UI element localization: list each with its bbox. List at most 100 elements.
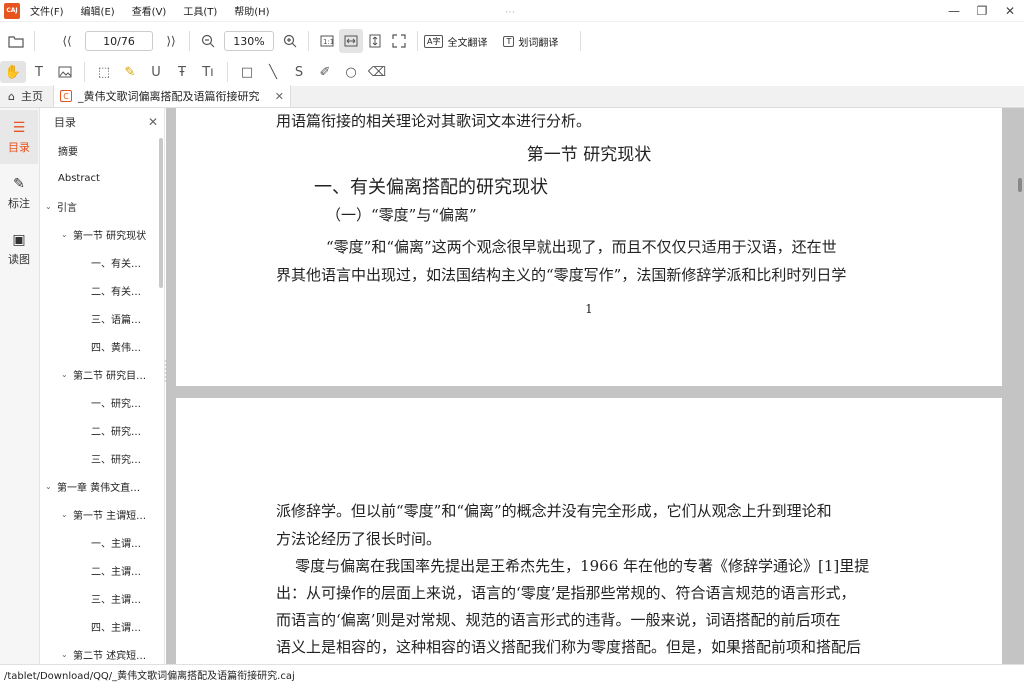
chevron-down-icon[interactable]: ⌄ — [45, 202, 57, 211]
fullscreen-icon[interactable] — [387, 29, 411, 53]
toc-item[interactable]: ⌄ 引言 — [41, 192, 164, 220]
toc-title: 目录 — [54, 116, 76, 129]
toc-item[interactable]: 一、研究… — [41, 388, 164, 416]
tab-home[interactable]: ⌂ 主页 — [0, 85, 53, 107]
page-text-line: 零度与偏离在我国率先提出是王希杰先生，1966 年在他的专著《修辞学通论》[1]… — [276, 557, 870, 575]
curve-icon[interactable]: S — [286, 61, 312, 83]
open-folder-icon[interactable] — [4, 29, 28, 53]
eraser-icon[interactable]: ⌫ — [364, 61, 390, 83]
toc-item-label: 一、有关… — [91, 258, 141, 270]
highlight-icon[interactable]: ✎ — [117, 61, 143, 83]
chevron-down-icon[interactable]: ⌄ — [61, 230, 73, 239]
tab-document[interactable]: C _黄伟文歌词偏离搭配及语篇衔接研究 ✕ — [52, 85, 291, 107]
toc-item[interactable]: ⌄ 第一节 研究现状 — [41, 220, 164, 248]
zoom-out-icon[interactable] — [196, 29, 220, 53]
toc-item[interactable]: ⌄ 第二节 研究目… — [41, 360, 164, 388]
toc-item[interactable]: 二、有关… — [41, 276, 164, 304]
rail-image-button[interactable]: ▣ 读图 — [0, 222, 38, 276]
ellipse-icon[interactable]: ○ — [338, 61, 364, 83]
toc-item[interactable]: 四、主谓… — [41, 612, 164, 640]
zoom-level-input[interactable]: 130% — [224, 31, 274, 51]
toc-item-label: 三、研究… — [91, 454, 141, 466]
toc-item-label: 三、语篇… — [91, 314, 141, 326]
chevron-down-icon[interactable]: ⌄ — [45, 482, 57, 491]
toc-item[interactable]: 二、研究… — [41, 416, 164, 444]
caj-file-icon: C — [59, 90, 72, 102]
rail-annotation-button[interactable]: ✎ 标注 — [0, 166, 38, 220]
strikethrough-icon[interactable]: Ŧ — [169, 61, 195, 83]
toc-item-label: 摘要 — [58, 146, 78, 158]
status-bar: /tablet/Download/QQ/_黄伟文歌词偏离搭配及语篇衔接研究.ca… — [0, 664, 1024, 684]
actual-size-icon[interactable]: 1:1 — [315, 29, 339, 53]
toc-item-label: 一、主谓… — [91, 538, 141, 550]
text-select-icon[interactable]: T — [26, 61, 52, 83]
toolbar-divider — [417, 31, 418, 51]
menu-file[interactable]: 文件(F) — [30, 3, 64, 18]
chevron-down-icon[interactable]: ⌄ — [61, 370, 73, 379]
side-rail: ☰ 目录 ✎ 标注 ▣ 读图 — [0, 108, 40, 664]
app-logo: CAJ — [4, 2, 20, 19]
underline-icon[interactable]: U — [143, 61, 169, 83]
section-heading: 第一节 研究现状 — [526, 145, 652, 165]
minimize-button[interactable]: — — [940, 0, 968, 22]
toc-item[interactable]: 四、黄伟… — [41, 332, 164, 360]
first-page-icon[interactable]: ⟨⟨ — [55, 29, 79, 53]
close-window-button[interactable]: ✕ — [996, 0, 1024, 22]
document-scrollbar[interactable] — [1018, 178, 1022, 192]
toc-item[interactable]: 一、有关… — [41, 248, 164, 276]
toc-item[interactable]: ⌄ 第一章 黄伟文直… — [41, 472, 164, 500]
area-select-icon[interactable]: ⬚ — [91, 61, 117, 83]
rectangle-icon[interactable]: □ — [234, 61, 260, 83]
full-translate-button[interactable]: A字 全文翻译 — [424, 34, 487, 49]
toc-item[interactable]: 一、主谓… — [41, 528, 164, 556]
tab-home-label: 主页 — [20, 90, 43, 103]
tab-document-label: _黄伟文歌词偏离搭配及语篇衔接研究 — [77, 90, 260, 103]
full-translate-label: 全文翻译 — [447, 37, 488, 49]
close-tab-icon[interactable]: ✕ — [275, 90, 284, 103]
rail-toc-button[interactable]: ☰ 目录 — [0, 110, 38, 164]
page-text-line: 方法论经历了很长时间。 — [276, 530, 442, 548]
toc-item[interactable]: 三、研究… — [41, 444, 164, 472]
menu-edit[interactable]: 编辑(E) — [81, 3, 115, 18]
menu-help[interactable]: 帮助(H) — [234, 3, 269, 18]
toc-item[interactable]: 三、主谓… — [41, 584, 164, 612]
pencil-icon[interactable]: ✐ — [312, 61, 338, 83]
toc-item-label: 第一章 黄伟文直… — [57, 482, 141, 494]
toc-item-label: 第二节 研究目… — [73, 370, 147, 382]
toc-item[interactable]: ⌄ 第一节 主谓短… — [41, 500, 164, 528]
page-number-input[interactable]: 10/76 — [85, 31, 153, 51]
document-page: 用语篇衔接的相关理论对其歌词文本进行分析。 第一节 研究现状 一、有关偏离搭配的… — [176, 108, 1002, 386]
toc-item[interactable]: 摘要 — [41, 136, 164, 164]
toc-item[interactable]: ⌄ 第二节 述宾短… — [41, 640, 164, 664]
text-box-icon[interactable]: Tı — [195, 61, 221, 83]
drag-handle[interactable]: ⋯ — [505, 7, 516, 18]
zoom-in-icon[interactable] — [278, 29, 302, 53]
chevron-down-icon[interactable]: ⌄ — [61, 650, 73, 659]
toc-item[interactable]: 二、主谓… — [41, 556, 164, 584]
toolbar-divider — [227, 62, 228, 82]
rail-toc-label: 目录 — [8, 140, 30, 154]
translate-icon: A字 — [424, 34, 444, 48]
main-toolbar: ⟨⟨ 10/76 ⟩⟩ 130% 1:1 A字 全文翻译 T 划词翻译 — [0, 26, 1024, 56]
hand-tool-icon[interactable]: ✋ — [0, 61, 26, 83]
toc-item[interactable]: Abstract — [41, 164, 164, 192]
chevron-down-icon[interactable]: ⌄ — [61, 510, 73, 519]
fit-page-icon[interactable] — [363, 29, 387, 53]
title-bar: CAJ 文件(F) 编辑(E) 查看(V) 工具(T) 帮助(H) ⋯ — ❐ … — [0, 0, 1024, 22]
home-icon: ⌂ — [8, 89, 15, 103]
heading-level2: （一）“零度”与“偏离” — [326, 206, 477, 224]
menu-view[interactable]: 查看(V) — [132, 3, 167, 18]
toolbar-divider — [84, 62, 85, 82]
close-toc-icon[interactable]: ✕ — [148, 115, 158, 129]
select-translate-icon: T — [503, 35, 515, 47]
toc-item[interactable]: 三、语篇… — [41, 304, 164, 332]
fit-width-icon[interactable] — [339, 29, 363, 53]
image-select-icon[interactable] — [52, 61, 78, 83]
line-icon[interactable]: ╲ — [260, 61, 286, 83]
toc-scrollbar[interactable] — [159, 138, 163, 288]
last-page-icon[interactable]: ⟩⟩ — [159, 29, 183, 53]
word-translate-button[interactable]: T 划词翻译 — [503, 34, 558, 49]
toc-item-label: 引言 — [57, 202, 77, 214]
menu-tools[interactable]: 工具(T) — [183, 3, 217, 18]
restore-button[interactable]: ❐ — [968, 0, 996, 22]
